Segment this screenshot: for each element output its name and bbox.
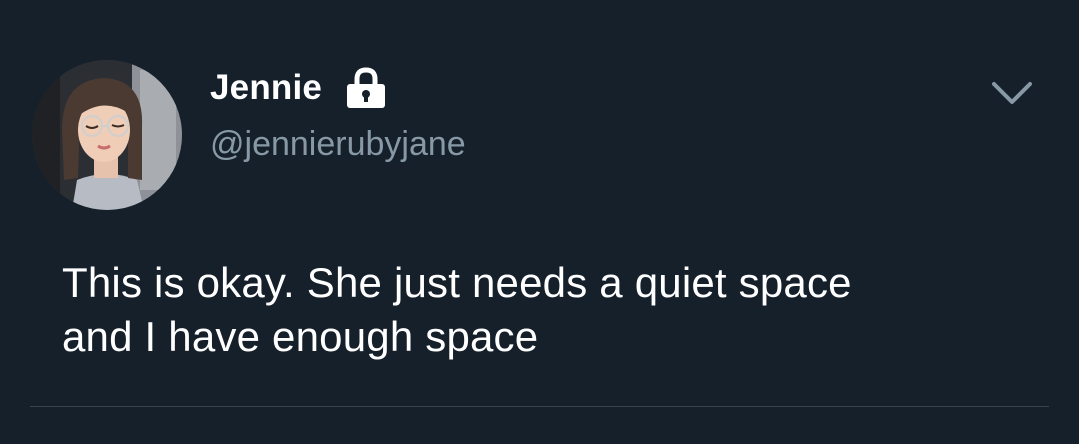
avatar[interactable] [32, 60, 182, 210]
author-row: Jennie [210, 66, 390, 110]
chevron-down-icon[interactable] [990, 78, 1034, 108]
author-handle[interactable]: @jennierubyjane [210, 124, 466, 164]
tweet-text-line-1: This is okay. She just needs a quiet spa… [62, 259, 852, 306]
tweet-card: Jennie @jennierubyjane This is okay. She… [0, 0, 1079, 444]
avatar-photo [32, 60, 182, 210]
tweet-text-line-2: and I have enough space [62, 313, 539, 360]
tweet-text: This is okay. She just needs a quiet spa… [62, 256, 1022, 364]
display-name[interactable]: Jennie [210, 66, 322, 110]
lock-icon [342, 66, 390, 110]
divider [30, 406, 1049, 407]
